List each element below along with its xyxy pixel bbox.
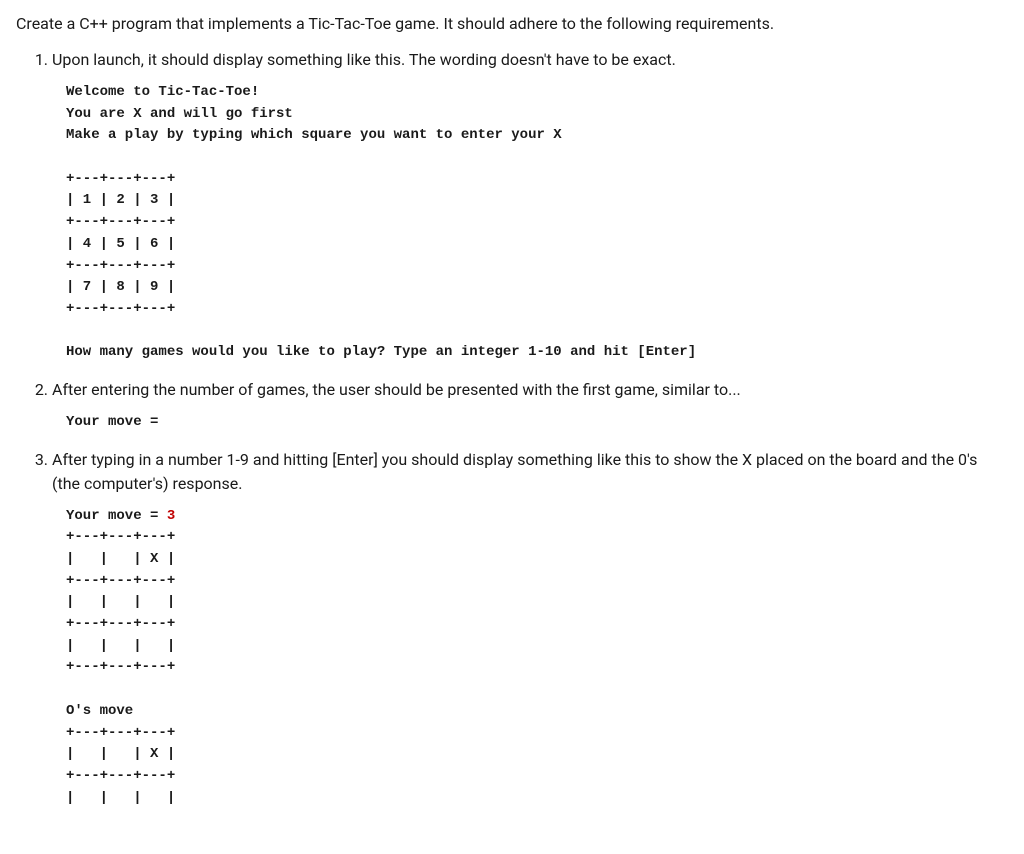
console-line: +---+---+---+ (66, 573, 175, 589)
console-line: +---+---+---+ (66, 214, 175, 230)
requirement-text: After typing in a number 1-9 and hitting… (52, 448, 1008, 496)
console-line: | 7 | 8 | 9 | (66, 279, 175, 295)
console-line: Make a play by typing which square you w… (66, 127, 562, 143)
user-input: 3 (167, 508, 175, 524)
requirement-text: After entering the number of games, the … (52, 378, 1008, 402)
console-output: Your move = (66, 412, 1008, 434)
console-line: You are X and will go first (66, 106, 293, 122)
requirement-item: Upon launch, it should display something… (52, 48, 1008, 364)
console-line: | 4 | 5 | 6 | (66, 236, 175, 252)
console-line: | | | | (66, 594, 175, 610)
requirement-text: Upon launch, it should display something… (52, 48, 1008, 72)
console-output: Your move = 3 +---+---+---+ | | | X | +-… (66, 506, 1008, 810)
intro-text: Create a C++ program that implements a T… (16, 12, 1008, 36)
requirement-item: After typing in a number 1-9 and hitting… (52, 448, 1008, 810)
console-line: | | | X | (66, 746, 175, 762)
console-line: Your move = (66, 414, 167, 430)
console-line: +---+---+---+ (66, 301, 175, 317)
console-output: Welcome to Tic-Tac-Toe! You are X and wi… (66, 82, 1008, 364)
console-line: O's move (66, 703, 133, 719)
console-line: +---+---+---+ (66, 258, 175, 274)
console-line: | | | | (66, 638, 175, 654)
console-line: | | | | (66, 790, 175, 806)
console-line: +---+---+---+ (66, 768, 175, 784)
console-line: Welcome to Tic-Tac-Toe! (66, 84, 259, 100)
console-line: | 1 | 2 | 3 | (66, 192, 175, 208)
requirement-item: After entering the number of games, the … (52, 378, 1008, 434)
requirements-list: Upon launch, it should display something… (16, 48, 1008, 809)
console-line: | | | X | (66, 551, 175, 567)
console-line: +---+---+---+ (66, 616, 175, 632)
console-line: +---+---+---+ (66, 659, 175, 675)
console-line: +---+---+---+ (66, 725, 175, 741)
console-text: Your move = (66, 508, 167, 524)
console-line: How many games would you like to play? T… (66, 344, 696, 360)
console-line: +---+---+---+ (66, 529, 175, 545)
console-line: +---+---+---+ (66, 171, 175, 187)
